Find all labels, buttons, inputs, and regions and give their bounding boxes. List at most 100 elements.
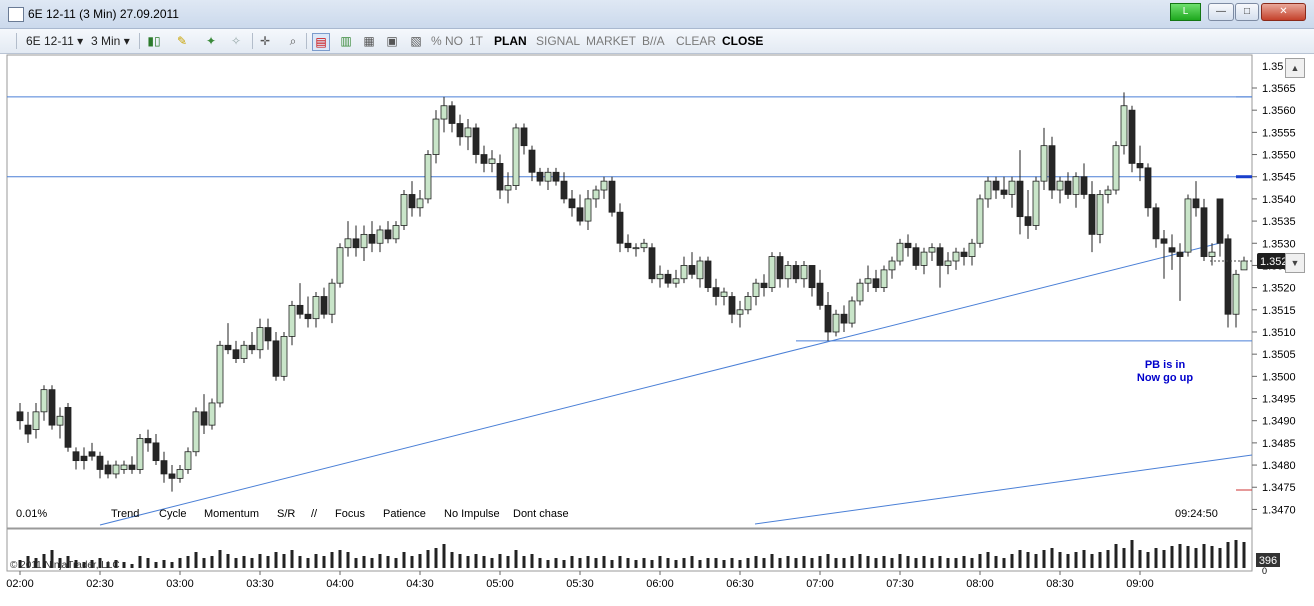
volume-bar — [1066, 554, 1070, 568]
volume-bar — [602, 556, 606, 568]
candle-body — [272, 340, 280, 377]
candle-body — [568, 198, 576, 209]
volume-bar — [410, 556, 414, 568]
candle-body — [616, 211, 624, 244]
candle-body — [1112, 145, 1120, 191]
candle-body — [1088, 194, 1096, 235]
volume-bar — [1210, 546, 1214, 568]
y-tick-label: 1.3490 — [1262, 416, 1296, 428]
candle-body — [504, 185, 512, 191]
volume-bar — [1002, 558, 1006, 568]
candle-body — [24, 424, 32, 435]
chevron-up-icon[interactable]: ▲ — [1285, 58, 1305, 78]
volume-bar — [778, 558, 782, 568]
volume-bar — [986, 552, 990, 568]
candle-body — [808, 265, 816, 289]
volume-bar — [1082, 550, 1086, 568]
volume-bar — [1074, 552, 1078, 568]
x-tick-label: 09:00 — [1126, 578, 1154, 590]
y-tick-label: 1.3540 — [1262, 194, 1296, 206]
y-tick-label-top: 1.35 — [1262, 61, 1283, 73]
price-chart[interactable]: 1.3470 1.3475 1.3480 1.3485 1.3490 1.3495 1.35… — [0, 0, 1314, 606]
candle-body — [520, 127, 528, 147]
volume-bar — [250, 558, 254, 568]
candle-body — [224, 344, 232, 351]
volume-bar — [994, 556, 998, 568]
candle-body — [88, 451, 96, 457]
x-tick-label: 05:00 — [486, 578, 514, 590]
volume-bar — [810, 558, 814, 568]
y-tick-label: 1.3500 — [1262, 371, 1296, 383]
volume-bar — [346, 552, 350, 568]
candle-body — [528, 149, 536, 173]
volume-bar — [322, 556, 326, 568]
indicator-label-slashes: // — [311, 508, 318, 520]
volume-bar — [706, 558, 710, 568]
volume-bar — [690, 556, 694, 568]
candle-body — [480, 154, 488, 164]
candle-body — [408, 194, 416, 209]
candle-body — [736, 309, 744, 315]
volume-bar — [754, 556, 758, 568]
candle-body — [1064, 180, 1072, 195]
volume-bar — [466, 556, 470, 568]
candle-body — [872, 278, 880, 289]
candle-body — [296, 304, 304, 315]
candle-body — [112, 464, 120, 475]
candle-body — [264, 327, 272, 342]
candle-body — [1048, 145, 1056, 191]
candle-body — [1040, 145, 1048, 182]
volume-bar — [514, 550, 518, 568]
volume-bar — [786, 556, 790, 568]
volume-bar — [274, 552, 278, 568]
volume-bar — [1162, 550, 1166, 568]
candle-body — [1184, 198, 1192, 253]
volume-bar — [1058, 552, 1062, 568]
note-text-line2[interactable]: Now go up — [1137, 372, 1193, 384]
copyright-text: © 2011 NinjaTrader, LLC — [10, 560, 120, 571]
volume-bar — [738, 560, 742, 568]
volume-bar — [1138, 550, 1142, 568]
volume-bar — [794, 558, 798, 568]
candle-body — [848, 300, 856, 324]
candle-body — [256, 327, 264, 351]
volume-bar — [202, 558, 206, 568]
candle-body — [1192, 198, 1200, 209]
candle-body — [984, 180, 992, 200]
note-text-line1[interactable]: PB is in — [1145, 359, 1186, 371]
indicator-label-focus: Focus — [335, 508, 365, 520]
candle-body — [448, 105, 456, 124]
candle-body — [912, 247, 920, 266]
volume-bar — [482, 556, 486, 568]
volume-bar — [1186, 546, 1190, 568]
candle-body — [712, 287, 720, 297]
volume-bar — [426, 550, 430, 568]
candle-body — [968, 242, 976, 257]
y-tick-label: 1.3515 — [1262, 305, 1296, 317]
candle-body — [1208, 251, 1216, 257]
volume-bar — [1114, 544, 1118, 568]
indicator-label-momentum: Momentum — [204, 508, 259, 520]
candle-body — [536, 171, 544, 182]
candle-body — [952, 251, 960, 262]
candle-body — [216, 344, 224, 404]
candle-body — [72, 451, 80, 462]
chevron-down-icon[interactable]: ▼ — [1285, 253, 1305, 273]
volume-bar — [170, 562, 174, 568]
volume-bar — [898, 554, 902, 568]
volume-bar — [370, 558, 374, 568]
volume-bar — [298, 556, 302, 568]
candle-body — [1128, 109, 1136, 164]
candle-body — [608, 180, 616, 213]
volume-bar — [1090, 554, 1094, 568]
candle-body — [824, 304, 832, 333]
volume-bar — [650, 560, 654, 568]
volume-bar — [146, 558, 150, 568]
candle-body — [336, 247, 344, 284]
volume-bar — [362, 556, 366, 568]
volume-bar — [978, 554, 982, 568]
candle-body — [344, 238, 352, 249]
x-tick-label: 03:00 — [166, 578, 194, 590]
candle-body — [1080, 176, 1088, 195]
candle-body — [440, 105, 448, 120]
